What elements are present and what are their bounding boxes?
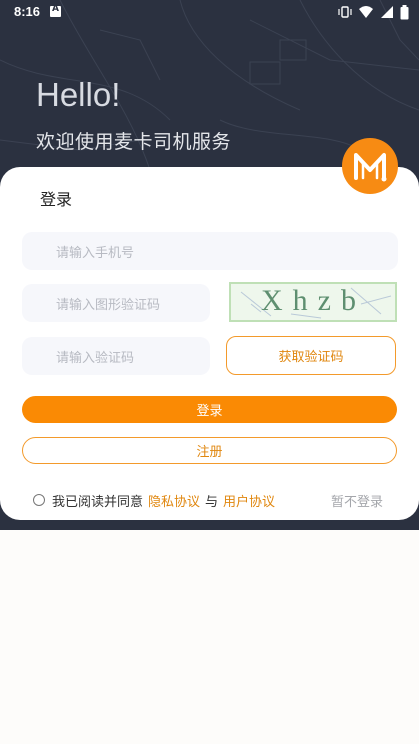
skip-login-link[interactable]: 暂不登录	[331, 491, 383, 510]
notification-icon	[50, 4, 61, 17]
code-placeholder: 请输入验证码	[56, 350, 135, 366]
status-icons	[338, 4, 409, 20]
register-button[interactable]: 注册	[22, 437, 397, 464]
captcha-input[interactable]: 请输入图形验证码	[22, 284, 210, 322]
battery-icon	[400, 4, 409, 19]
phone-input[interactable]: 请输入手机号	[22, 232, 398, 270]
hello-heading: Hello!	[36, 76, 121, 113]
login-title: 登录	[40, 190, 73, 209]
agreement-prefix: 我已阅读并同意	[52, 494, 144, 510]
login-screen: 8:16 Hello! 欢迎使用麦卡司机服务	[0, 0, 419, 744]
captcha-image[interactable]: Xhzb	[229, 282, 397, 322]
agreement-conjunction: 与	[205, 494, 219, 510]
captcha-text: Xhzb	[261, 284, 366, 317]
login-button[interactable]: 登录	[22, 396, 397, 423]
status-bar: 8:16	[0, 0, 419, 24]
get-code-button[interactable]: 获取验证码	[226, 336, 396, 375]
agreement-row: 我已阅读并同意 隐私协议 与 用户协议	[33, 491, 280, 510]
vibrate-icon	[338, 6, 352, 18]
login-card: 登录 请输入手机号 请输入图形验证码 Xhzb 请输入验证码 获取验证码 登录 …	[0, 167, 419, 520]
verification-code-input[interactable]: 请输入验证码	[22, 337, 210, 375]
privacy-link[interactable]: 隐私协议	[148, 491, 200, 510]
status-time: 8:16	[14, 4, 41, 19]
agree-radio[interactable]	[33, 494, 45, 506]
user-agreement-link[interactable]: 用户协议	[223, 491, 275, 510]
app-logo-icon	[342, 138, 398, 194]
captcha-placeholder: 请输入图形验证码	[56, 297, 161, 313]
welcome-text: 欢迎使用麦卡司机服务	[36, 131, 232, 153]
wifi-icon	[359, 6, 373, 18]
signal-icon	[381, 6, 393, 18]
phone-placeholder: 请输入手机号	[56, 245, 135, 261]
